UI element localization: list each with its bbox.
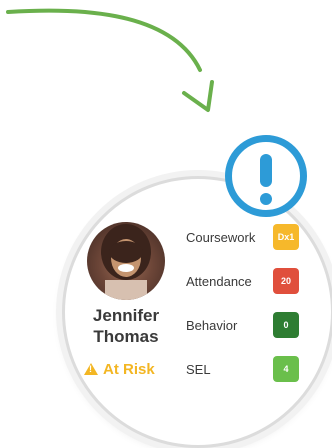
badge-behavior[interactable]: 0 xyxy=(273,312,299,338)
warning-icon xyxy=(84,363,98,375)
metric-label-sel: SEL xyxy=(186,362,211,377)
badge-coursework[interactable]: Dx1 xyxy=(273,224,299,250)
exclamation-bar xyxy=(260,154,272,187)
metric-label-attendance: Attendance xyxy=(186,274,252,289)
avatar[interactable] xyxy=(87,222,165,300)
metric-label-behavior: Behavior xyxy=(186,318,238,333)
student-name: Jennifer Thomas xyxy=(77,305,175,347)
badge-sel[interactable]: 4 xyxy=(273,356,299,382)
exclamation-dot xyxy=(260,193,272,205)
risk-label: At Risk xyxy=(103,361,155,378)
first-name: Jennifer xyxy=(92,306,160,325)
student-photo xyxy=(101,224,151,300)
badge-attendance[interactable]: 20 xyxy=(273,268,299,294)
last-name: Thomas xyxy=(93,327,159,346)
metric-label-coursework: Coursework xyxy=(186,230,256,245)
risk-status: At Risk xyxy=(84,361,174,378)
exclamation-icon[interactable] xyxy=(225,135,307,217)
